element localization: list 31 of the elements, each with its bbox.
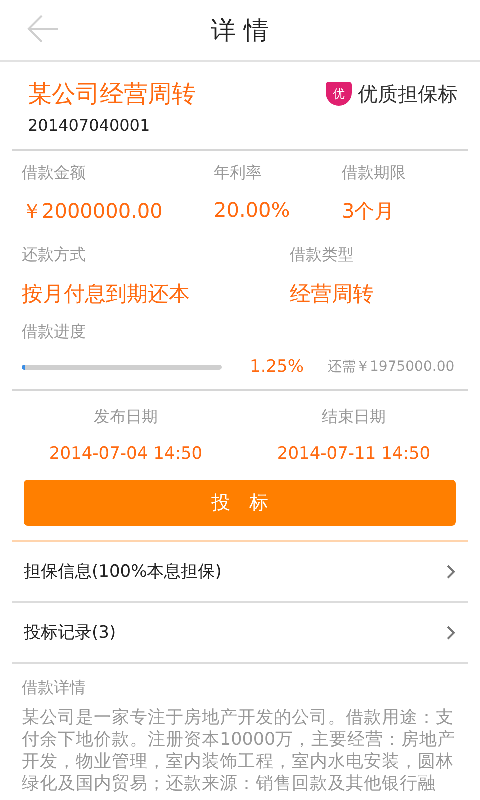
chevron-right-icon	[446, 564, 456, 580]
date-label: 结束日期	[321, 407, 387, 428]
stat-value: 按月付息到期还本	[22, 281, 191, 308]
loan-number: 201407040001	[28, 116, 152, 135]
stat-label: 借款金额	[22, 163, 87, 184]
badge-label: 优质担保标	[358, 80, 458, 108]
stat-label: 还款方式	[22, 245, 87, 266]
remaining-amount: 还需￥1975000.00	[328, 358, 455, 376]
stat-label: 年利率	[214, 163, 263, 184]
link-row[interactable]: 投标记录(3)	[12, 603, 468, 664]
link-label: 担保信息(100%本息担保)	[24, 561, 222, 583]
shield-badge-icon: 优	[326, 82, 352, 106]
stat-label: 借款类型	[290, 245, 355, 266]
progress-label: 借款进度	[22, 322, 87, 343]
date-value: 2014-07-04 14:50	[48, 444, 204, 464]
stat-value: ￥2000000.00	[22, 198, 164, 225]
stat-label: 借款期限	[342, 163, 407, 184]
link-row[interactable]: 担保信息(100%本息担保)	[12, 542, 468, 603]
page-title: 详 情	[211, 14, 269, 46]
date-value: 2014-07-11 14:50	[276, 444, 432, 464]
back-button[interactable]	[26, 14, 60, 44]
link-label: 投标记录(3)	[24, 622, 116, 644]
stat-value: 经营周转	[290, 281, 375, 308]
date-label: 发布日期	[93, 407, 159, 428]
stat-value: 3个月	[342, 198, 396, 225]
chevron-right-icon	[446, 624, 456, 640]
section-title: 借款详情	[22, 678, 87, 699]
loan-title: 某公司经营周转	[28, 79, 196, 110]
stat-value: 20.00%	[214, 198, 292, 222]
progress-percent: 1.25%	[250, 357, 304, 377]
description-text: 某公司是一家专注于房地产开发的公司。借款用途：支付余下地价款。注册资本10000万，主要经营：房地产开发，物业管理，室内装饰工程，室内水电安装，圆林绿化及国内贸易；还款来源：销售回款及其他银行融	[22, 707, 457, 795]
